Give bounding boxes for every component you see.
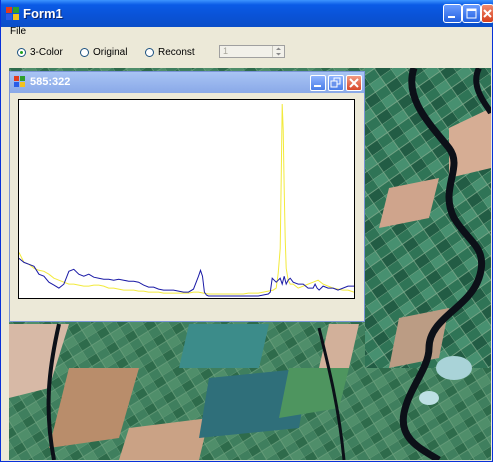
band-spinner[interactable]: 1: [219, 45, 285, 58]
radio-3color-label: 3-Color: [30, 47, 63, 58]
maximize-icon: [466, 8, 477, 19]
menu-bar: File: [2, 26, 492, 39]
child-minimize-button[interactable]: [310, 75, 326, 91]
child-close-button[interactable]: [346, 75, 362, 91]
minimize-icon: [448, 16, 455, 18]
window-title: Form1: [23, 6, 63, 21]
minimize-button[interactable]: [443, 4, 462, 23]
radio-original-circle[interactable]: [80, 48, 89, 57]
spectrum-series-1: [18, 103, 355, 295]
spectrum-series-0: [18, 258, 354, 297]
main-window: Form1 File 3-Color Original Reconst 1 58…: [0, 0, 493, 462]
close-icon: [483, 9, 492, 18]
close-icon: [349, 78, 359, 88]
options-bar: 3-Color Original Reconst 1: [2, 39, 492, 67]
app-icon: [14, 76, 25, 87]
radio-reconst-label: Reconst: [158, 47, 195, 58]
spinner-value[interactable]: 1: [223, 46, 228, 56]
radio-original[interactable]: Original: [80, 47, 127, 58]
spectrum-window-title: 585:322: [30, 76, 71, 88]
radio-3color[interactable]: 3-Color: [17, 47, 63, 58]
radio-reconst[interactable]: Reconst: [145, 47, 195, 58]
maximize-button[interactable]: [462, 4, 481, 23]
radio-reconst-circle[interactable]: [145, 48, 154, 57]
child-restore-button[interactable]: [328, 75, 344, 91]
menu-file[interactable]: File: [10, 26, 26, 37]
restore-icon: [330, 77, 341, 88]
app-icon: [6, 7, 19, 20]
close-button[interactable]: [481, 4, 493, 23]
radio-original-label: Original: [93, 47, 128, 58]
spectrum-chart: [18, 103, 355, 297]
spectrum-title-bar[interactable]: 585:322: [10, 72, 364, 93]
spectrum-plot-area: [18, 99, 355, 299]
radio-3color-circle[interactable]: [17, 48, 26, 57]
title-bar[interactable]: Form1: [1, 0, 493, 27]
minimize-icon: [314, 85, 321, 87]
spinner-arrows-icon[interactable]: [272, 46, 284, 57]
spectrum-window: 585:322: [9, 71, 365, 322]
